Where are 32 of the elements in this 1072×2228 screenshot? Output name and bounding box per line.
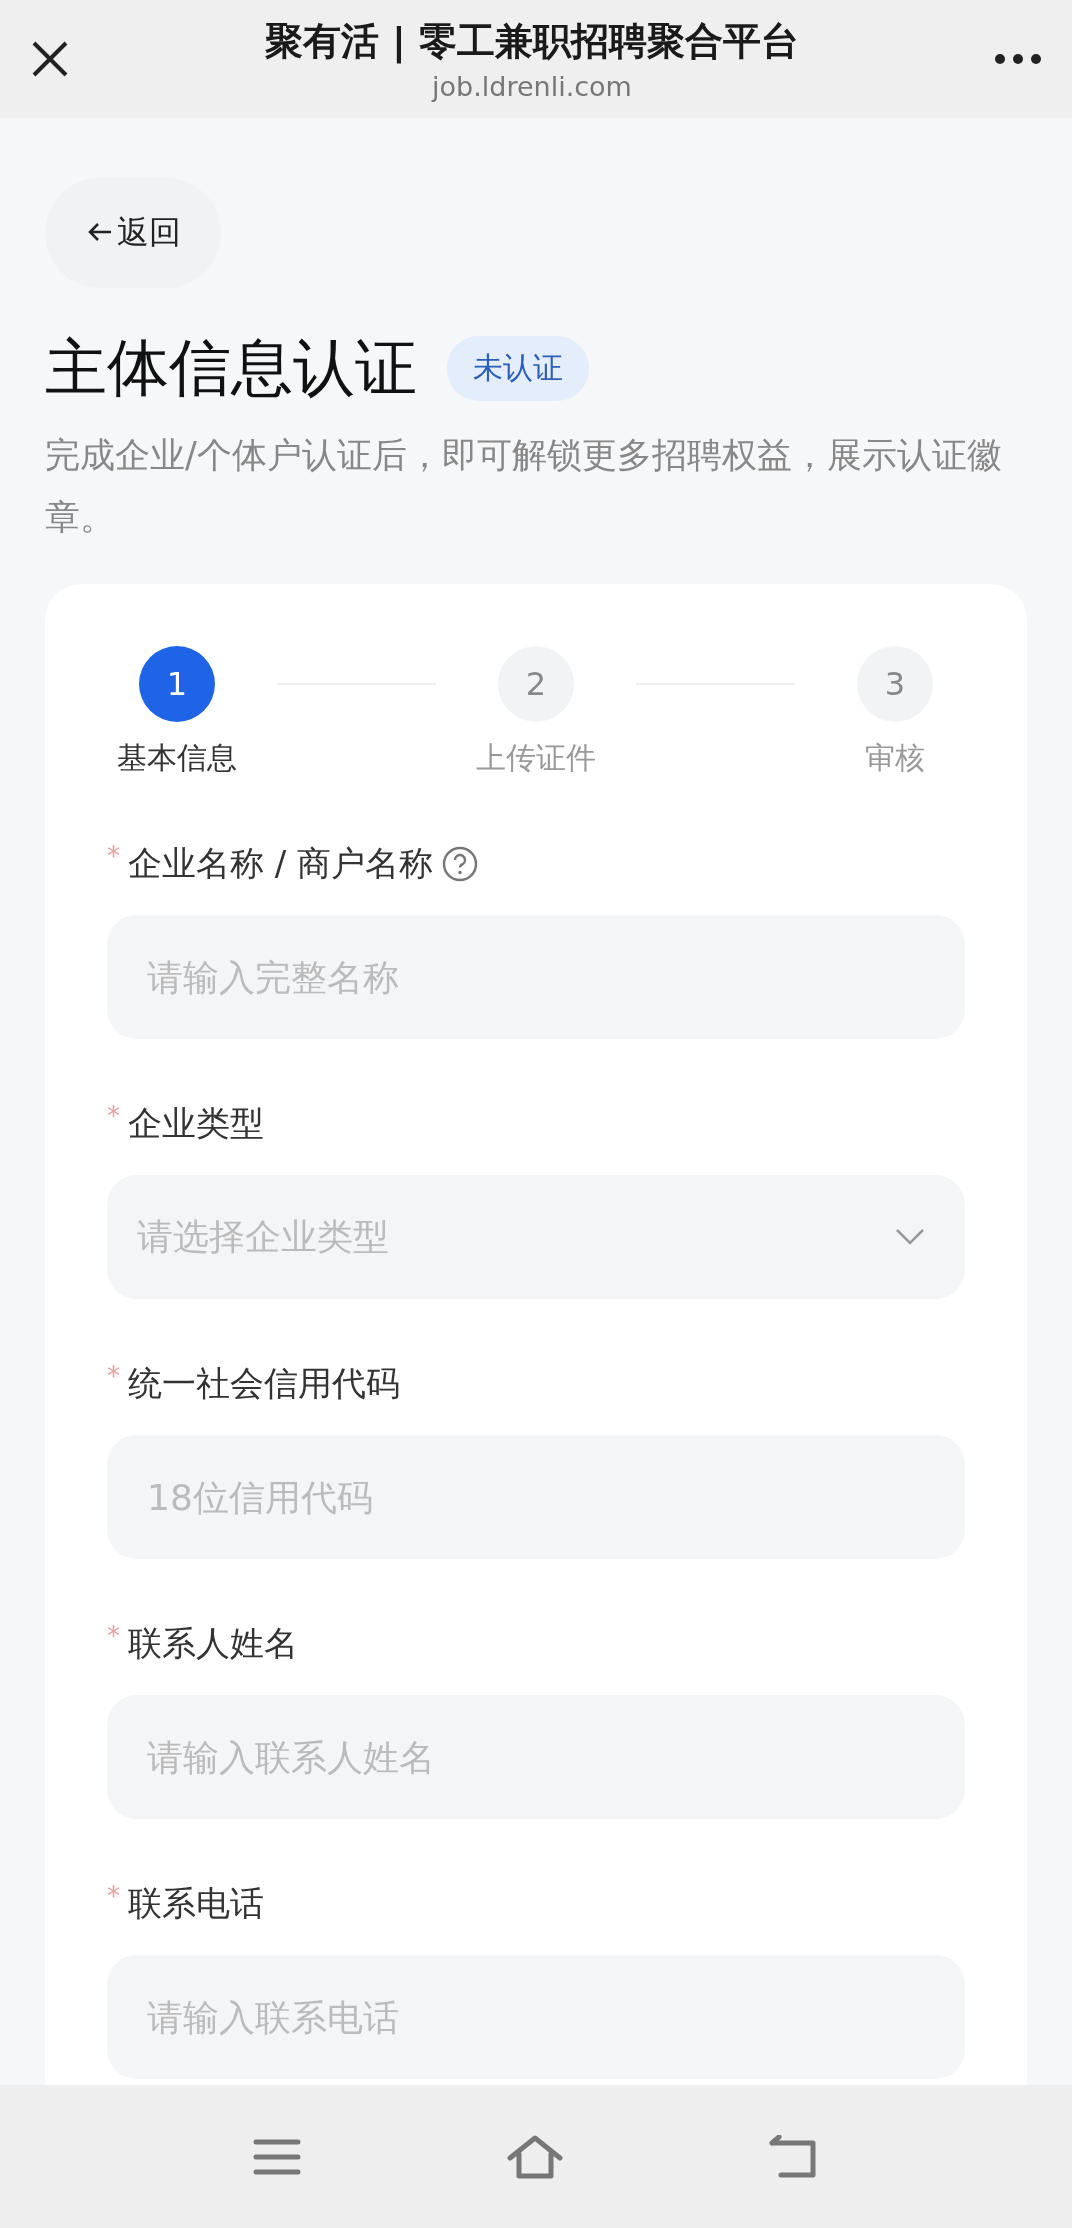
required-mark: * — [107, 1881, 120, 1911]
required-mark: * — [107, 1621, 120, 1651]
home-icon[interactable] — [507, 2133, 563, 2180]
step-number: 1 — [139, 646, 215, 722]
field-label: 企业名称 / 商户名称 — [128, 842, 434, 885]
back-icon[interactable] — [769, 2134, 819, 2179]
more-icon[interactable] — [994, 53, 1042, 65]
required-mark: * — [107, 1101, 120, 1131]
back-button[interactable]: 返回 — [45, 178, 221, 288]
close-icon[interactable] — [30, 39, 70, 79]
required-mark: * — [107, 1361, 120, 1391]
description: 完成企业/个体户认证后，即可解锁更多招聘权益，展示认证徽章。 — [45, 434, 1003, 539]
field-label: 企业类型 — [128, 1102, 264, 1145]
input-field[interactable]: 请输入联系电话 — [107, 1955, 965, 2079]
status-badge: 未认证 — [447, 335, 589, 401]
field-label: 联系人姓名 — [128, 1622, 298, 1665]
input-field[interactable]: 18位信用代码 — [107, 1435, 965, 1559]
page-url: job.ldrenli.com — [432, 71, 632, 102]
step-label: 上传证件 — [476, 739, 596, 777]
step-number: 3 — [857, 646, 933, 722]
step-label: 基本信息 — [117, 739, 237, 777]
heading: 主体信息认证 — [45, 330, 417, 406]
field-label: 统一社会信用代码 — [128, 1362, 400, 1405]
step-number: 2 — [498, 646, 574, 722]
input-field[interactable]: 请输入完整名称 — [107, 915, 965, 1039]
help-icon[interactable] — [441, 845, 480, 883]
input-field[interactable]: 请输入联系人姓名 — [107, 1695, 965, 1819]
step-label: 审核 — [865, 739, 925, 777]
page-title: 聚有活 | 零工兼职招聘聚合平台 — [264, 18, 800, 66]
required-mark: * — [107, 841, 120, 871]
chevron-down-icon — [895, 1228, 925, 1246]
field-label: 联系电话 — [128, 1882, 264, 1925]
